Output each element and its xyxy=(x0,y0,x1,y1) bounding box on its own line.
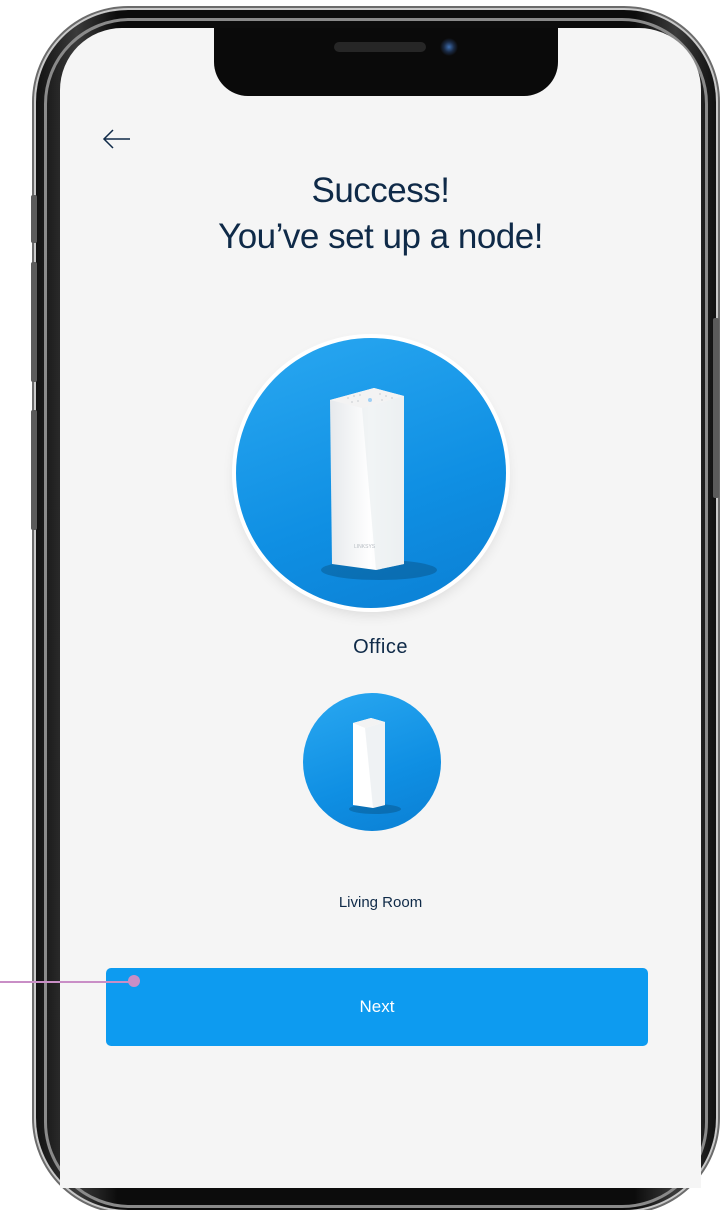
next-button[interactable]: Next xyxy=(106,968,648,1046)
mute-switch xyxy=(31,195,37,243)
primary-node-name: Office xyxy=(353,636,408,658)
volume-down-button xyxy=(31,410,37,530)
notch xyxy=(214,28,558,96)
earpiece-speaker xyxy=(334,42,426,52)
back-button[interactable] xyxy=(100,124,134,154)
secondary-node-image xyxy=(303,693,441,831)
callout-line xyxy=(0,981,132,983)
app-screen: Success! You’ve set up a node! LINKSYS O… xyxy=(60,28,701,1188)
title-line-1: Success! xyxy=(311,171,451,210)
router-node-icon: LINKSYS xyxy=(321,388,437,580)
secondary-node-name: Living Room xyxy=(338,894,423,911)
svg-text:LINKSYS: LINKSYS xyxy=(354,544,376,550)
volume-up-button xyxy=(31,262,37,382)
arrow-left-icon xyxy=(102,129,130,149)
callout-marker xyxy=(128,975,140,987)
page-title: Success! You’ve set up a node! xyxy=(60,168,701,260)
router-node-icon xyxy=(349,718,401,814)
primary-node-image: LINKSYS xyxy=(236,338,506,608)
power-button xyxy=(713,318,719,498)
front-camera xyxy=(440,38,458,56)
title-line-2: You’ve set up a node! xyxy=(218,217,543,256)
